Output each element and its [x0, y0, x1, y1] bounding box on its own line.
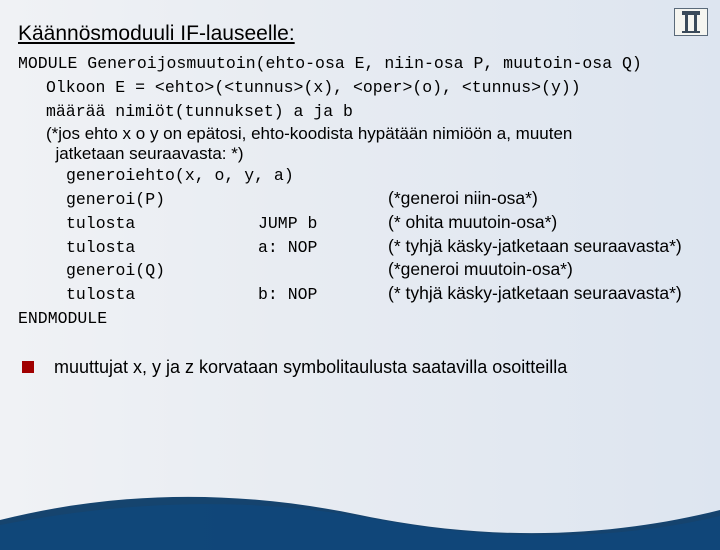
- row-comment: (*generoi muutoin-osa*): [388, 259, 702, 283]
- code-row: tulosta JUMP b (* ohita muutoin-osa*): [66, 212, 702, 236]
- row-code: tulosta: [66, 236, 258, 260]
- endmodule-line: ENDMODULE: [18, 307, 702, 331]
- module-header-line: MODULE Generoijosmuutoin(ehto-osa E, nii…: [18, 52, 702, 76]
- code-rows: generoi(P) (*generoi niin-osa*) tulosta …: [18, 188, 702, 308]
- olkoon-line: Olkoon E = <ehto>(<tunnus>(x), <oper>(o)…: [18, 76, 702, 100]
- row-comment: (* ohita muutoin-osa*): [388, 212, 702, 236]
- square-bullet-icon: [22, 361, 34, 373]
- slide-title: Käännösmoduuli IF-lauseelle:: [18, 22, 702, 46]
- row-code: generoi(Q): [66, 259, 258, 283]
- maaraa-line: määrää nimiöt(tunnukset) a ja b: [18, 100, 702, 124]
- row-code: tulosta: [66, 212, 258, 236]
- code-row: tulosta a: NOP (* tyhjä käsky-jatketaan …: [66, 236, 702, 260]
- institution-logo-icon: [674, 8, 708, 36]
- row-instr: JUMP b: [258, 212, 388, 236]
- star-note: (*jos ehto x o y on epätosi, ehto-koodis…: [18, 124, 702, 164]
- row-instr: a: NOP: [258, 236, 388, 260]
- code-row: generoi(P) (*generoi niin-osa*): [66, 188, 702, 212]
- row-comment: (*generoi niin-osa*): [388, 188, 702, 212]
- row-instr: [258, 188, 388, 212]
- row-code: generoi(P): [66, 188, 258, 212]
- row-instr: [258, 259, 388, 283]
- row-code: tulosta: [66, 283, 258, 307]
- bullet-item: muuttujat x, y ja z korvataan symbolitau…: [18, 357, 702, 378]
- bullet-text: muuttujat x, y ja z korvataan symbolitau…: [54, 357, 567, 378]
- code-row: generoi(Q) (*generoi muutoin-osa*): [66, 259, 702, 283]
- row-comment: (* tyhjä käsky-jatketaan seuraavasta*): [388, 283, 702, 307]
- slide-content: Käännösmoduuli IF-lauseelle: MODULE Gene…: [0, 0, 720, 378]
- code-row: tulosta b: NOP (* tyhjä käsky-jatketaan …: [66, 283, 702, 307]
- row-comment: (* tyhjä käsky-jatketaan seuraavasta*): [388, 236, 702, 260]
- generoiehto-line: generoiehto(x, o, y, a): [18, 164, 702, 188]
- row-instr: b: NOP: [258, 283, 388, 307]
